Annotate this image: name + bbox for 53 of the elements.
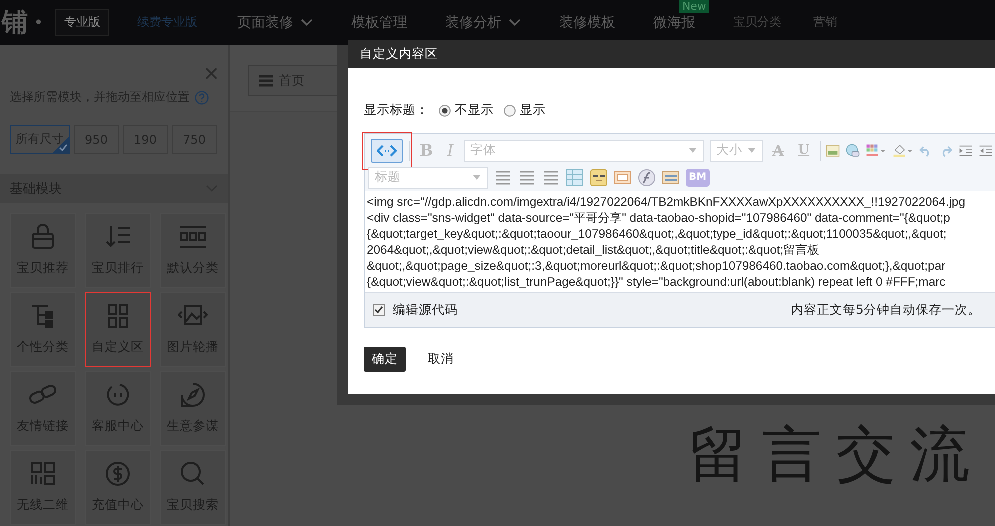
underline-button[interactable]: U [794,140,814,162]
radio-option[interactable]: 显示 [504,102,546,119]
source-code-button[interactable] [371,138,403,162]
radio-unchecked-icon[interactable] [504,104,516,116]
compass-icon [178,382,208,408]
align-icon[interactable] [542,168,560,186]
nav-item[interactable]: 营销 [813,14,838,31]
emoticon-icon[interactable] [590,168,608,186]
dialog-title: 自定义内容区 [360,46,438,62]
renew-link[interactable]: 续费专业版 [137,14,198,31]
close-button[interactable]: × [203,61,220,85]
align-icon[interactable] [494,168,512,186]
cancel-button[interactable]: 取消 [420,347,462,372]
link-icon[interactable] [846,142,860,160]
show-title-label: 显示标题： [364,102,429,119]
caret-icon [688,148,697,153]
edit-source-checkbox[interactable]: 编辑源代码 [373,302,458,318]
dropdown-field[interactable]: 字体 [464,140,704,162]
italic-button[interactable]: I [443,140,458,162]
caret-icon [473,175,481,180]
dropdown-field[interactable]: 标题 [368,166,488,188]
qr-icon [28,461,58,487]
layout-icon[interactable] [662,168,680,186]
table-icon[interactable] [566,168,584,186]
new-badge: New [679,0,710,12]
nav-item[interactable]: 微海报 [653,14,696,32]
logo-text[interactable]: 铺 [0,5,28,40]
caret-icon [748,148,756,153]
toolbar-button[interactable]: BM [686,168,710,186]
nav-item[interactable]: 装修模板 [559,14,616,32]
dollar-icon [103,461,133,487]
autosave-note: 内容正文每5分钟自动保存一次。 [791,302,981,318]
help-icon[interactable] [195,90,209,104]
confirm-button[interactable]: 确定 [364,347,406,372]
flash-icon[interactable] [638,168,656,186]
menu-icon [259,74,273,86]
picture-icon[interactable] [614,168,632,186]
strikethrough-button[interactable]: A [768,140,788,162]
nav-item[interactable]: 宝贝分类 [733,14,782,31]
edition-badge: 专业版 [55,9,110,36]
source-code-field[interactable]: <img src="//gdp.alicdn.com/imgextra/i4/1927022064/TB2mkBKnFXXXXawXpXXXXXXXXXX_!!1927022064.jpg <div class="sns-widget" data-source="平哥分享" data-taobao-shopid="107986460" data-comment="{&quot;p {&quot;target_key&quot;:&quot;taoour_107986460&quot;,&quot;type_id&quot;:&quot;1100035&quot;,&quot; 2064&quot;,&quot;view&quot;:&quot;detail_list&quot;,&quot;title&quot;:&quot;留言板 &quot;,&quot;page_size&quot;:3,&quot;moreurl&quot;:&quot;shop107986460.taobao.com&quot;},&quot;par {&quot;view&quot;:&quot;list_trunPage&quot;}}" style="background:url(about:blank) repeat left 0 #FFF;marc [365,191,995,292]
radio-checked-icon[interactable] [439,104,451,116]
nav-item[interactable]: 页面装修 [237,14,294,32]
align-icon[interactable] [518,168,536,186]
dropdown-field[interactable]: 大小 [710,140,763,162]
nav-item[interactable]: 模板管理 [351,14,408,32]
category-icon [178,224,208,250]
radio-option[interactable]: 不显示 [439,102,494,119]
bold-button[interactable]: B [416,140,438,162]
code-icon [377,144,397,158]
checkbox-checked-icon[interactable] [373,304,385,316]
nav-item[interactable]: 装修分析 [445,14,502,32]
logo-dot: • [34,13,44,32]
